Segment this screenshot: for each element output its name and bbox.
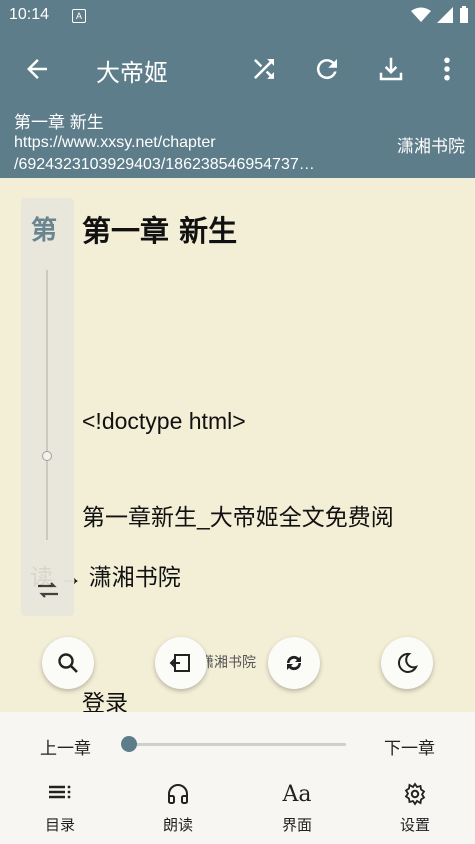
brightness-knob[interactable] <box>42 451 52 461</box>
brightness-track[interactable] <box>46 270 48 540</box>
night-mode-button[interactable] <box>381 637 433 689</box>
sync-icon <box>286 655 302 671</box>
search-button[interactable] <box>42 637 94 689</box>
faded-text: 潇湘书院 <box>200 655 256 671</box>
chapter-info-bar: 第一章 新生 https://www.xxsy.net/chapter /692… <box>0 104 475 178</box>
nav-interface[interactable]: Aa 界面 <box>257 780 337 835</box>
font-icon: Aa <box>282 781 312 807</box>
exit-button[interactable] <box>155 637 207 689</box>
status-bar: 10:14 A <box>0 0 475 34</box>
nav-catalog[interactable]: 目录 <box>20 780 100 835</box>
paragraph: <!doctype html> <box>82 408 246 434</box>
reading-content[interactable]: 第一章 新生 <!doctype html> 第一章新生_大帝姬全文免费阅 读 … <box>0 178 475 712</box>
next-chapter-button[interactable]: 下一章 <box>384 734 435 759</box>
bottom-panel: 上一章 下一章 目录 朗读 Aa 界面 设置 <box>0 712 475 844</box>
signal-icon <box>437 7 453 23</box>
chapter-url-cont[interactable]: /6924323103929403/186238546954737… <box>14 156 374 174</box>
download-icon[interactable] <box>376 54 406 84</box>
panel-top-label: 第 <box>31 216 58 246</box>
toolbar: 大帝姬 <box>0 34 475 104</box>
nav-label: 界面 <box>281 816 312 834</box>
swap-icon[interactable] <box>35 580 61 600</box>
nav-label: 设置 <box>399 816 430 834</box>
battery-icon <box>460 6 468 23</box>
moon-icon <box>397 652 418 673</box>
nav-label: 目录 <box>44 816 75 834</box>
headphones-icon <box>168 784 188 804</box>
shuffle-icon[interactable] <box>249 54 279 84</box>
brightness-panel[interactable]: 第 读 <box>21 198 74 616</box>
wifi-icon <box>411 7 431 22</box>
app-indicator-icon: A <box>72 9 86 23</box>
gear-icon <box>404 782 426 806</box>
source-name[interactable]: 潇湘书院 <box>397 132 465 157</box>
paragraph: 登录 <box>82 690 128 712</box>
chapter-name: 第一章 新生 <box>14 113 104 132</box>
list-icon <box>49 785 71 799</box>
sync-button[interactable] <box>268 637 320 689</box>
nav-label: 朗读 <box>162 816 193 834</box>
paragraph: 第一章新生_大帝姬全文免费阅 <box>82 504 394 530</box>
prev-chapter-button[interactable]: 上一章 <box>40 734 91 759</box>
status-icons <box>411 6 469 24</box>
nav-read-aloud[interactable]: 朗读 <box>138 780 218 835</box>
chapter-title: 第一章 新生 <box>82 214 238 248</box>
book-title: 大帝姬 <box>96 59 168 87</box>
status-time: 10:14 <box>9 6 50 23</box>
arrow-left-icon[interactable] <box>22 54 52 84</box>
exit-icon <box>169 654 190 672</box>
more-vert-icon[interactable] <box>432 54 462 84</box>
chapter-url[interactable]: https://www.xxsy.net/chapter <box>14 134 216 152</box>
chapter-progress-slider[interactable] <box>126 743 346 746</box>
refresh-icon[interactable] <box>312 54 342 84</box>
chapter-progress-knob[interactable] <box>121 736 137 752</box>
nav-settings[interactable]: 设置 <box>375 780 455 835</box>
search-icon <box>58 653 78 673</box>
